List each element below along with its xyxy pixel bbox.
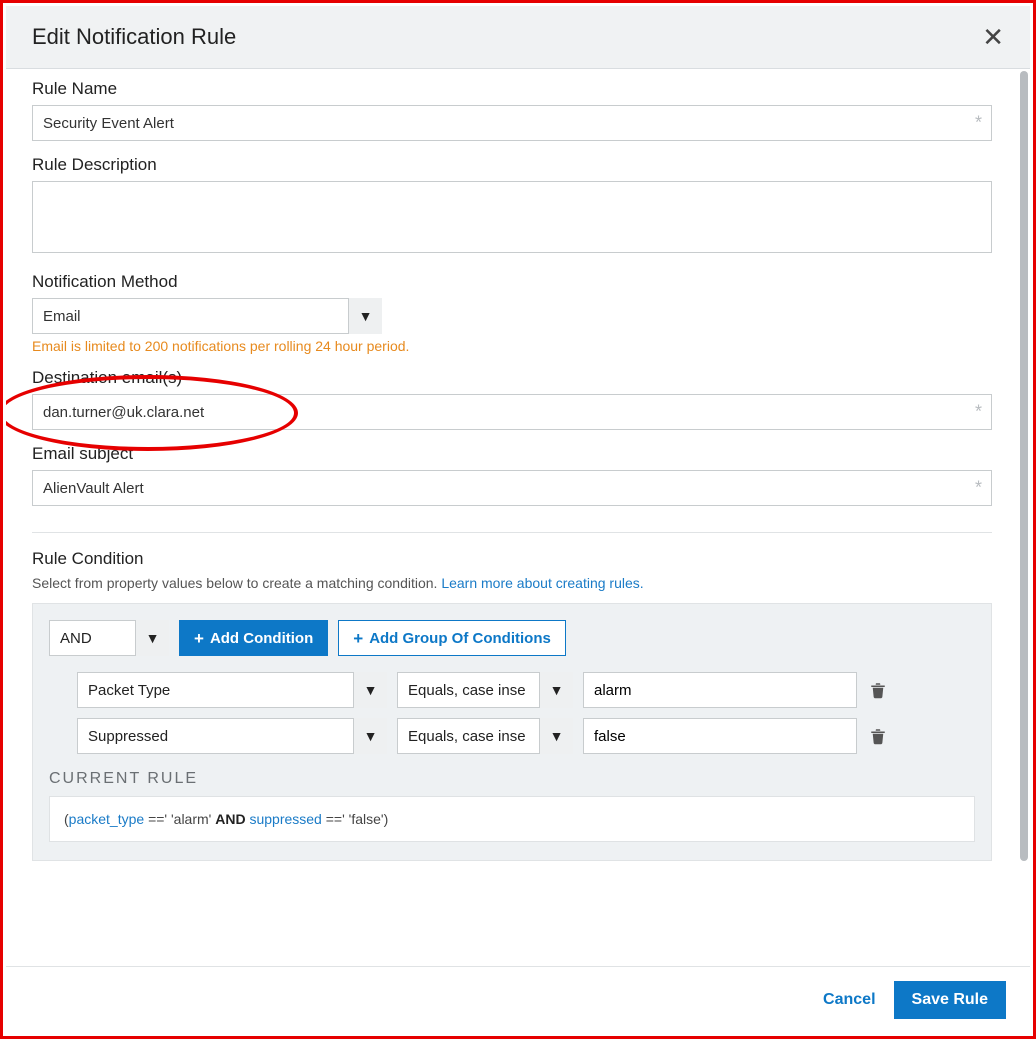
scrollbar[interactable] — [1018, 69, 1030, 966]
notification-method-select-wrap: ▼ — [32, 298, 382, 334]
add-condition-label: Add Condition — [210, 630, 313, 647]
condition-operator-select[interactable] — [397, 672, 573, 708]
condition-row: ▼ ▼ — [77, 672, 975, 708]
rule-description-label: Rule Description — [32, 155, 992, 175]
rule-token-value: 'alarm' — [171, 811, 211, 827]
trash-icon — [869, 681, 887, 699]
rule-condition-label: Rule Condition — [32, 549, 992, 569]
rule-name-group: Rule Name — [32, 79, 992, 141]
edit-notification-rule-modal: Edit Notification Rule ✕ Rule Name Rule … — [6, 6, 1030, 1033]
add-group-button[interactable]: + Add Group Of Conditions — [338, 620, 566, 656]
rule-condition-subtext-text: Select from property values below to cre… — [32, 575, 441, 591]
rule-token-field: packet_type — [69, 811, 145, 827]
rule-token-value: 'false' — [349, 811, 384, 827]
modal-header: Edit Notification Rule ✕ — [6, 6, 1030, 69]
condition-operator-select[interactable] — [397, 718, 573, 754]
condition-panel: ▼ + Add Condition + Add Group Of Conditi… — [32, 603, 992, 861]
add-condition-button[interactable]: + Add Condition — [179, 620, 328, 656]
modal-body: Rule Name Rule Description Notification … — [6, 69, 1018, 966]
notification-method-helper: Email is limited to 200 notifications pe… — [32, 338, 992, 354]
email-subject-label: Email subject — [32, 444, 992, 464]
logic-select-wrap: ▼ — [49, 620, 169, 656]
condition-rows: ▼ ▼ — [49, 672, 975, 754]
cancel-button[interactable]: Cancel — [823, 991, 875, 1009]
condition-property-select[interactable] — [77, 718, 387, 754]
logic-select[interactable] — [49, 620, 169, 656]
email-subject-group: Email subject — [32, 444, 992, 506]
rule-token-field: suppressed — [249, 811, 321, 827]
rule-condition-subtext: Select from property values below to cre… — [32, 575, 992, 591]
destination-emails-group: Destination email(s) — [32, 368, 992, 430]
rule-name-label: Rule Name — [32, 79, 992, 99]
notification-method-label: Notification Method — [32, 272, 992, 292]
current-rule-heading: CURRENT RULE — [49, 770, 975, 788]
plus-icon: + — [353, 630, 363, 647]
condition-toolbar: ▼ + Add Condition + Add Group Of Conditi… — [49, 620, 975, 656]
condition-property-select[interactable] — [77, 672, 387, 708]
condition-value-input[interactable] — [583, 672, 857, 708]
scrollbar-thumb[interactable] — [1020, 71, 1028, 861]
modal-title: Edit Notification Rule — [32, 24, 236, 50]
trash-icon — [869, 727, 887, 745]
destination-emails-label: Destination email(s) — [32, 368, 992, 388]
close-icon[interactable]: ✕ — [978, 20, 1008, 54]
learn-more-link[interactable]: Learn more about creating rules. — [441, 575, 643, 591]
condition-value-input[interactable] — [583, 718, 857, 754]
email-subject-input[interactable] — [32, 470, 992, 506]
notification-method-group: Notification Method ▼ Email is limited t… — [32, 272, 992, 354]
condition-row: ▼ ▼ — [77, 718, 975, 754]
rule-description-group: Rule Description — [32, 155, 992, 258]
section-divider — [32, 532, 992, 533]
rule-description-input[interactable] — [32, 181, 992, 253]
notification-method-select[interactable] — [32, 298, 382, 334]
modal-footer: Cancel Save Rule — [6, 966, 1030, 1033]
save-rule-button[interactable]: Save Rule — [894, 981, 1006, 1019]
delete-condition-button[interactable] — [867, 679, 889, 701]
rule-name-input[interactable] — [32, 105, 992, 141]
plus-icon: + — [194, 630, 204, 647]
destination-emails-input[interactable] — [32, 394, 992, 430]
rule-token-bool: AND — [215, 811, 245, 827]
add-group-label: Add Group Of Conditions — [369, 630, 551, 647]
current-rule-box: (packet_type ==' 'alarm' AND suppressed … — [49, 796, 975, 842]
delete-condition-button[interactable] — [867, 725, 889, 747]
rule-condition-section: Rule Condition Select from property valu… — [32, 549, 992, 861]
